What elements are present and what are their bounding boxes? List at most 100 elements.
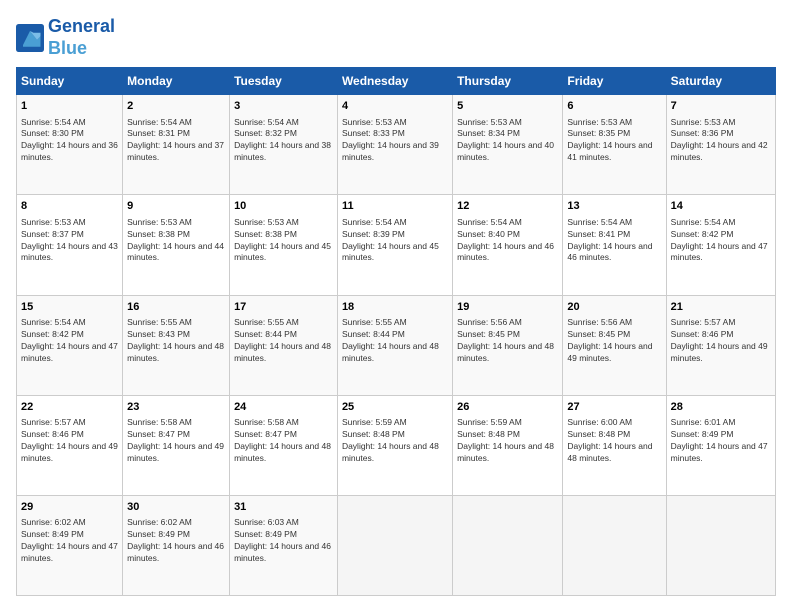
day-content: Sunrise: 6:03 AMSunset: 8:49 PMDaylight:… (234, 517, 333, 565)
day-content: Sunrise: 5:54 AMSunset: 8:41 PMDaylight:… (567, 217, 661, 265)
day-cell: 26 Sunrise: 5:59 AMSunset: 8:48 PMDaylig… (453, 395, 563, 495)
day-cell: 25 Sunrise: 5:59 AMSunset: 8:48 PMDaylig… (337, 395, 452, 495)
day-content: Sunrise: 5:54 AMSunset: 8:31 PMDaylight:… (127, 117, 225, 165)
day-cell: 20 Sunrise: 5:56 AMSunset: 8:45 PMDaylig… (563, 295, 666, 395)
day-content: Sunrise: 5:57 AMSunset: 8:46 PMDaylight:… (671, 317, 771, 365)
day-number: 21 (671, 300, 771, 315)
day-content: Sunrise: 5:53 AMSunset: 8:38 PMDaylight:… (234, 217, 333, 265)
day-content: Sunrise: 6:00 AMSunset: 8:48 PMDaylight:… (567, 417, 661, 465)
header-cell-wednesday: Wednesday (337, 68, 452, 95)
day-number: 11 (342, 199, 448, 214)
calendar-header-row: SundayMondayTuesdayWednesdayThursdayFrid… (17, 68, 776, 95)
day-number: 1 (21, 99, 118, 114)
day-content: Sunrise: 5:59 AMSunset: 8:48 PMDaylight:… (342, 417, 448, 465)
header-cell-saturday: Saturday (666, 68, 775, 95)
day-content: Sunrise: 5:58 AMSunset: 8:47 PMDaylight:… (234, 417, 333, 465)
day-cell: 21 Sunrise: 5:57 AMSunset: 8:46 PMDaylig… (666, 295, 775, 395)
day-number: 16 (127, 300, 225, 315)
week-row-3: 22 Sunrise: 5:57 AMSunset: 8:46 PMDaylig… (17, 395, 776, 495)
day-cell: 29 Sunrise: 6:02 AMSunset: 8:49 PMDaylig… (17, 495, 123, 595)
day-number: 7 (671, 99, 771, 114)
header-cell-thursday: Thursday (453, 68, 563, 95)
day-cell (563, 495, 666, 595)
day-number: 25 (342, 400, 448, 415)
day-cell: 23 Sunrise: 5:58 AMSunset: 8:47 PMDaylig… (123, 395, 230, 495)
day-number: 31 (234, 500, 333, 515)
day-number: 4 (342, 99, 448, 114)
day-content: Sunrise: 6:02 AMSunset: 8:49 PMDaylight:… (21, 517, 118, 565)
header: General Blue (16, 16, 776, 59)
day-number: 27 (567, 400, 661, 415)
day-cell: 3 Sunrise: 5:54 AMSunset: 8:32 PMDayligh… (230, 95, 338, 195)
day-number: 18 (342, 300, 448, 315)
logo: General Blue (16, 16, 115, 59)
day-number: 12 (457, 199, 558, 214)
day-content: Sunrise: 5:55 AMSunset: 8:44 PMDaylight:… (234, 317, 333, 365)
day-cell (453, 495, 563, 595)
day-number: 13 (567, 199, 661, 214)
day-number: 24 (234, 400, 333, 415)
day-number: 5 (457, 99, 558, 114)
week-row-2: 15 Sunrise: 5:54 AMSunset: 8:42 PMDaylig… (17, 295, 776, 395)
day-content: Sunrise: 5:53 AMSunset: 8:37 PMDaylight:… (21, 217, 118, 265)
day-content: Sunrise: 6:02 AMSunset: 8:49 PMDaylight:… (127, 517, 225, 565)
header-cell-tuesday: Tuesday (230, 68, 338, 95)
day-cell: 2 Sunrise: 5:54 AMSunset: 8:31 PMDayligh… (123, 95, 230, 195)
day-number: 26 (457, 400, 558, 415)
day-content: Sunrise: 5:54 AMSunset: 8:32 PMDaylight:… (234, 117, 333, 165)
day-content: Sunrise: 5:56 AMSunset: 8:45 PMDaylight:… (567, 317, 661, 365)
day-number: 9 (127, 199, 225, 214)
day-number: 17 (234, 300, 333, 315)
day-number: 19 (457, 300, 558, 315)
header-cell-monday: Monday (123, 68, 230, 95)
week-row-1: 8 Sunrise: 5:53 AMSunset: 8:37 PMDayligh… (17, 195, 776, 295)
day-cell: 28 Sunrise: 6:01 AMSunset: 8:49 PMDaylig… (666, 395, 775, 495)
day-content: Sunrise: 5:53 AMSunset: 8:36 PMDaylight:… (671, 117, 771, 165)
day-cell: 14 Sunrise: 5:54 AMSunset: 8:42 PMDaylig… (666, 195, 775, 295)
day-content: Sunrise: 5:55 AMSunset: 8:44 PMDaylight:… (342, 317, 448, 365)
day-number: 22 (21, 400, 118, 415)
day-cell: 8 Sunrise: 5:53 AMSunset: 8:37 PMDayligh… (17, 195, 123, 295)
day-content: Sunrise: 5:53 AMSunset: 8:38 PMDaylight:… (127, 217, 225, 265)
day-cell (337, 495, 452, 595)
day-number: 6 (567, 99, 661, 114)
day-content: Sunrise: 5:54 AMSunset: 8:30 PMDaylight:… (21, 117, 118, 165)
day-cell: 11 Sunrise: 5:54 AMSunset: 8:39 PMDaylig… (337, 195, 452, 295)
day-cell: 1 Sunrise: 5:54 AMSunset: 8:30 PMDayligh… (17, 95, 123, 195)
day-cell: 4 Sunrise: 5:53 AMSunset: 8:33 PMDayligh… (337, 95, 452, 195)
week-row-0: 1 Sunrise: 5:54 AMSunset: 8:30 PMDayligh… (17, 95, 776, 195)
day-number: 3 (234, 99, 333, 114)
day-cell: 19 Sunrise: 5:56 AMSunset: 8:45 PMDaylig… (453, 295, 563, 395)
calendar-table: SundayMondayTuesdayWednesdayThursdayFrid… (16, 67, 776, 596)
day-cell: 27 Sunrise: 6:00 AMSunset: 8:48 PMDaylig… (563, 395, 666, 495)
day-content: Sunrise: 5:59 AMSunset: 8:48 PMDaylight:… (457, 417, 558, 465)
day-number: 20 (567, 300, 661, 315)
day-cell: 6 Sunrise: 5:53 AMSunset: 8:35 PMDayligh… (563, 95, 666, 195)
calendar-body: 1 Sunrise: 5:54 AMSunset: 8:30 PMDayligh… (17, 95, 776, 596)
day-cell: 16 Sunrise: 5:55 AMSunset: 8:43 PMDaylig… (123, 295, 230, 395)
day-content: Sunrise: 5:57 AMSunset: 8:46 PMDaylight:… (21, 417, 118, 465)
day-content: Sunrise: 5:55 AMSunset: 8:43 PMDaylight:… (127, 317, 225, 365)
day-content: Sunrise: 5:54 AMSunset: 8:39 PMDaylight:… (342, 217, 448, 265)
day-cell: 12 Sunrise: 5:54 AMSunset: 8:40 PMDaylig… (453, 195, 563, 295)
day-number: 14 (671, 199, 771, 214)
day-number: 30 (127, 500, 225, 515)
day-cell: 10 Sunrise: 5:53 AMSunset: 8:38 PMDaylig… (230, 195, 338, 295)
day-content: Sunrise: 5:54 AMSunset: 8:40 PMDaylight:… (457, 217, 558, 265)
day-cell (666, 495, 775, 595)
day-cell: 9 Sunrise: 5:53 AMSunset: 8:38 PMDayligh… (123, 195, 230, 295)
day-content: Sunrise: 5:58 AMSunset: 8:47 PMDaylight:… (127, 417, 225, 465)
day-cell: 24 Sunrise: 5:58 AMSunset: 8:47 PMDaylig… (230, 395, 338, 495)
day-number: 28 (671, 400, 771, 415)
day-content: Sunrise: 5:56 AMSunset: 8:45 PMDaylight:… (457, 317, 558, 365)
day-cell: 18 Sunrise: 5:55 AMSunset: 8:44 PMDaylig… (337, 295, 452, 395)
day-number: 23 (127, 400, 225, 415)
day-cell: 13 Sunrise: 5:54 AMSunset: 8:41 PMDaylig… (563, 195, 666, 295)
day-content: Sunrise: 5:54 AMSunset: 8:42 PMDaylight:… (671, 217, 771, 265)
day-cell: 15 Sunrise: 5:54 AMSunset: 8:42 PMDaylig… (17, 295, 123, 395)
day-content: Sunrise: 5:53 AMSunset: 8:34 PMDaylight:… (457, 117, 558, 165)
day-number: 2 (127, 99, 225, 114)
day-number: 8 (21, 199, 118, 214)
day-content: Sunrise: 5:53 AMSunset: 8:33 PMDaylight:… (342, 117, 448, 165)
header-cell-friday: Friday (563, 68, 666, 95)
